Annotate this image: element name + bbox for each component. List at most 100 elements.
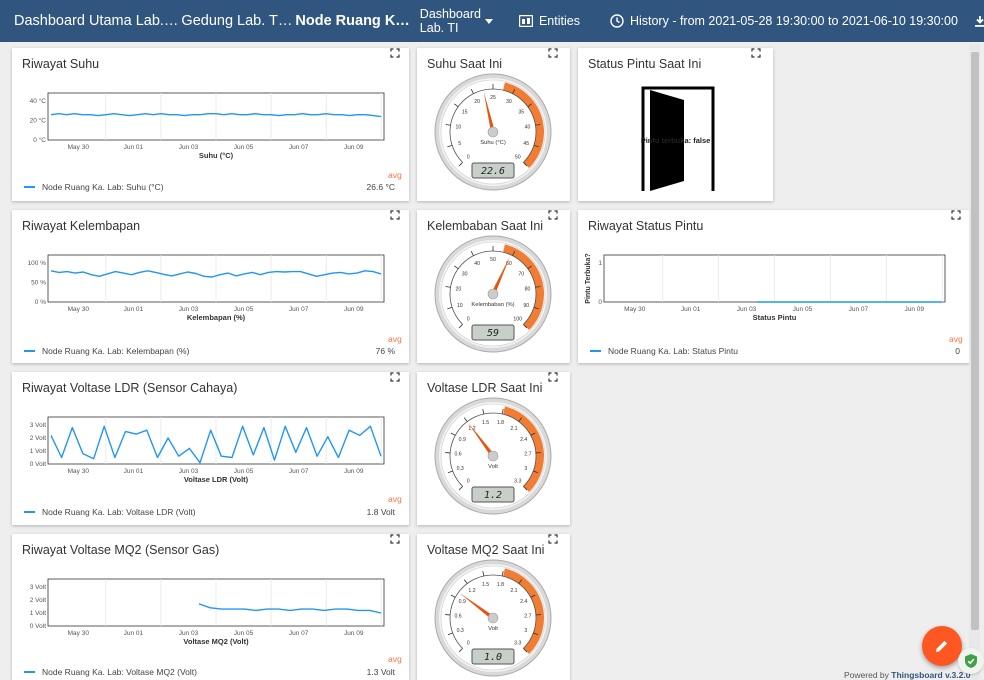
avg-label: avg [388, 494, 402, 504]
x-tick-label: Jun 05 [234, 306, 254, 313]
gauge-tick-label: 40 [474, 261, 480, 267]
x-tick-label: May 30 [624, 306, 646, 313]
x-tick-label: Jun 03 [179, 306, 199, 313]
gauge-tick-label: 0 [467, 155, 470, 161]
breadcrumb-item[interactable]: Gedung Lab. T… [181, 13, 292, 29]
gauge-needle-hub [487, 126, 499, 138]
legend-swatch [590, 350, 601, 352]
powered-by-footer: Powered by Thingsboard v.3.2.0 [844, 670, 970, 680]
gauge-tick-label: 2.1 [510, 588, 517, 594]
thingsboard-link[interactable]: Thingsboard v.3.2.0 [891, 670, 970, 680]
suhu-history-chart: May 30 Jun 01 Jun 03 Jun 05 Jun 07 Jun 09 40 °… [30, 92, 385, 160]
widget-voltase-mq2-saat-ini: Voltase MQ2 Saat Ini 0 0.3 0.6 0.9 1.2 1.5 1.8… [417, 534, 570, 680]
y-tick-label: 100 % [28, 260, 47, 267]
legend-label: Node Ruang Ka. Lab: Kelembapan (%) [42, 346, 190, 356]
y-tick-label: 20 °C [30, 117, 47, 125]
gauge-tick-label: 25 [490, 95, 496, 101]
chart-legend[interactable]: Node Ruang Ka. Lab: Suhu (°C) [24, 182, 164, 192]
x-tick-label: May 30 [68, 144, 90, 151]
x-tick-label: Jun 03 [179, 630, 199, 637]
gauge-tick-label: 0.6 [454, 452, 461, 458]
x-tick-label: May 30 [68, 630, 90, 637]
widget-voltase-ldr-saat-ini: Voltase LDR Saat Ini 0 0.3 0.6 0.9 1.2 1.5 1.8… [417, 372, 570, 525]
breadcrumb-item[interactable]: Dashboard Utama Lab.… [14, 13, 178, 29]
history-timewindow-button[interactable]: History - from 2021-05-28 19:30:00 to 20… [610, 14, 958, 28]
widget-riwayat-voltase-ldr: Riwayat Voltase LDR (Sensor Cahaya) May … [12, 372, 409, 525]
x-tick-label: Jun 03 [737, 306, 757, 313]
chart-legend[interactable]: Node Ruang Ka. Lab: Voltase MQ2 (Volt) [24, 667, 197, 677]
x-axis-label: Voltase MQ2 (Volt) [183, 637, 249, 646]
x-tick-label: Jun 01 [124, 630, 144, 637]
shield-check-icon[interactable] [958, 648, 984, 674]
x-tick-label: May 30 [68, 306, 90, 313]
gauge-tick-label: 50 [515, 155, 521, 161]
y-tick-label: 1 Volt [30, 610, 46, 617]
gauge-tick-label: 10 [457, 303, 463, 309]
gauge-tick-label: 0.3 [457, 466, 464, 472]
gauge-lcd-value: 1.2 [484, 490, 502, 501]
chart-legend[interactable]: Node Ruang Ka. Lab: Voltase LDR (Volt) [24, 507, 196, 517]
x-tick-label: Jun 07 [289, 144, 309, 151]
gauge-tick-label: 1.5 [482, 582, 489, 588]
y-tick-label: 3 Volt [30, 584, 46, 591]
x-tick-label: Jun 01 [124, 468, 144, 475]
dashboard-select[interactable]: Dashboard Lab. TI [420, 7, 493, 35]
gauge-tick-label: 15 [462, 109, 468, 115]
kelembapan-history-chart: May 30 Jun 01 Jun 03 Jun 05 Jun 07 Jun 09 100 … [28, 254, 385, 322]
gauge-needle-hub [487, 288, 499, 300]
widget-riwayat-status-pintu: Riwayat Status Pintu May 30 Jun 01 Jun 03 J… [578, 210, 970, 363]
chart-legend[interactable]: Node Ruang Ka. Lab: Kelembapan (%) [24, 346, 189, 356]
entities-button[interactable]: Entities [518, 14, 580, 28]
gauge-tick-label: 3 [524, 628, 527, 634]
download-button[interactable] [974, 15, 984, 27]
x-tick-label: Jun 05 [793, 306, 813, 313]
widget-suhu-saat-ini: Suhu Saat Ini 0 5 10 15 20 25 30 35 40 45 50 Suhu (… [417, 48, 570, 201]
gauge-tick-label: 2.4 [520, 599, 527, 605]
gauge-tick-label: 3.3 [514, 641, 521, 647]
scrollbar-thumb[interactable] [971, 52, 979, 630]
x-axis-label: Status Pintu [753, 313, 797, 322]
avg-label: avg [949, 334, 963, 344]
clock-icon [610, 14, 624, 28]
chart-legend[interactable]: Node Ruang Ka. Lab: Status Pintu [590, 346, 738, 356]
gauge-tick-label: 45 [523, 141, 529, 147]
gauge-tick-label: 30 [506, 99, 512, 105]
gauge-tick-label: 10 [456, 125, 462, 131]
widget-riwayat-voltase-mq2: Riwayat Voltase MQ2 (Sensor Gas) May 30 J… [12, 534, 409, 680]
gauge-tick-label: 40 [525, 125, 531, 131]
gauge-unit-label: Volt [488, 626, 498, 632]
widget-status-pintu-saat-ini: Status Pintu Saat Ini Pintu terbuka: fal… [578, 48, 773, 201]
gauge-tick-label: 2.4 [520, 437, 527, 443]
breadcrumb: Dashboard Utama Lab.… Gedung Lab. T… Nod… [0, 13, 410, 29]
mq2-gauge: 0 0.3 0.6 0.91.2 1.5 1.8 2.12.4 2.7 3 3.3 Volt 1.0 [434, 559, 552, 677]
gauge-tick-label: 2.7 [524, 614, 531, 620]
edit-dashboard-button[interactable] [922, 626, 962, 666]
widget-riwayat-suhu: Riwayat Suhu May 30 Jun 01 Jun 03 Jun 05 Jun… [12, 48, 409, 201]
y-tick-label: 40 °C [30, 97, 47, 105]
gauge-tick-label: 3 [524, 466, 527, 472]
pencil-icon [936, 640, 948, 652]
y-tick-label: 0 °C [33, 136, 46, 144]
gauge-tick-label: 90 [523, 303, 529, 309]
gauge-tick-label: 2.1 [510, 426, 517, 432]
x-axis-label: Kelembapan (%) [187, 313, 246, 322]
gauge-needle-hub [487, 612, 499, 624]
entities-icon [518, 15, 533, 27]
ldr-history-chart: May 30 Jun 01 Jun 03 Jun 05 Jun 07 Jun 09 3 Vo… [30, 416, 385, 484]
gauge-tick-label: 0 [467, 479, 470, 485]
legend-label: Node Ruang Ka. Lab: Voltase LDR (Volt) [42, 507, 196, 517]
x-tick-label: Jun 03 [179, 468, 199, 475]
x-tick-label: Jun 05 [234, 630, 254, 637]
x-tick-label: Jun 05 [234, 144, 254, 151]
gauge-tick-label: 20 [474, 99, 480, 105]
x-tick-label: Jun 07 [289, 630, 309, 637]
avg-value: 76 % [375, 346, 395, 356]
legend-swatch [24, 186, 35, 188]
gauge-tick-label: 35 [518, 109, 524, 115]
legend-label: Node Ruang Ka. Lab: Status Pintu [608, 346, 738, 356]
avg-value: 1.3 Volt [366, 667, 395, 677]
legend-swatch [24, 671, 35, 673]
x-tick-label: Jun 01 [681, 306, 701, 313]
y-tick-label: 2 Volt [30, 597, 46, 604]
legend-label: Node Ruang Ka. Lab: Voltase MQ2 (Volt) [42, 667, 197, 677]
